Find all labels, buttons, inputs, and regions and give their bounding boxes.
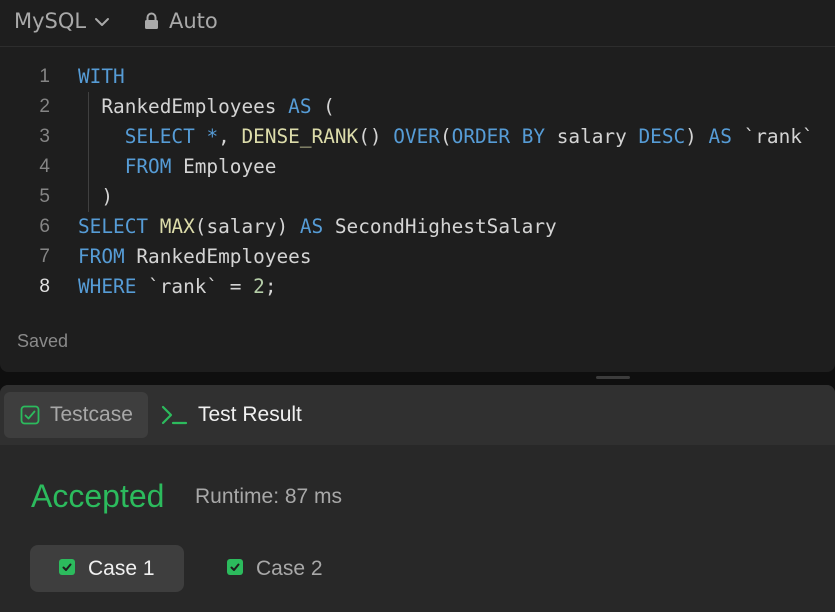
code-text: SELECT *, DENSE_RANK() OVER(ORDER BY sal…	[78, 122, 814, 152]
code-token: RankedEmployees	[78, 95, 289, 118]
code-line[interactable]: 5 )	[0, 182, 835, 212]
code-token: (	[439, 125, 452, 148]
code-token: RankedEmployees	[124, 245, 312, 268]
code-token: ;	[264, 275, 277, 298]
terminal-prompt-icon	[161, 405, 188, 425]
line-number: 3	[39, 126, 50, 147]
code-line[interactable]: 1 WITH	[0, 62, 835, 92]
line-number: 7	[39, 246, 50, 267]
code-text: FROM RankedEmployees	[78, 242, 312, 272]
code-token: AS	[299, 215, 324, 238]
code-token: WHERE	[78, 275, 137, 298]
code-token: (salary)	[194, 215, 300, 238]
code-token: ()	[358, 125, 394, 148]
code-token: SecondHighestSalary	[323, 215, 557, 238]
line-number: 1	[39, 66, 50, 87]
code-line[interactable]: 8 WHERE `rank` = 2;	[0, 272, 835, 302]
case-1-label: Case 1	[88, 556, 155, 580]
checkbox-icon	[20, 405, 40, 425]
code-token: AS	[708, 125, 732, 148]
case-1-button[interactable]: Case 1	[30, 545, 184, 592]
code-token: WITH	[78, 65, 125, 88]
code-token: OVER	[393, 125, 440, 148]
code-token: )	[685, 125, 709, 148]
code-text: RankedEmployees AS (	[78, 92, 335, 122]
code-token: MAX	[159, 215, 195, 238]
mode-label: Auto	[169, 9, 218, 33]
code-token: salary	[545, 125, 639, 148]
runtime-text: Runtime: 87 ms	[195, 485, 343, 508]
code-text: WITH	[78, 62, 125, 92]
tab-test-result[interactable]: Test Result	[160, 392, 302, 438]
code-token: 2	[253, 275, 265, 298]
code-line[interactable]: 2 RankedEmployees AS (	[0, 92, 835, 122]
code-line[interactable]: 6 SELECT MAX(salary) AS SecondHighestSala…	[0, 212, 835, 242]
line-number: 6	[39, 216, 50, 237]
check-icon	[59, 558, 75, 575]
result-tabbar: Testcase Test Result	[0, 385, 835, 445]
code-editor-panel: MySQL Auto 1 WITH 2 RankedEmployees AS (3 …	[0, 0, 835, 372]
code-token: SELECT	[124, 125, 195, 148]
case-2-button[interactable]: Case 2	[200, 545, 350, 592]
code-token: ORDER BY	[451, 125, 546, 148]
line-number: 8	[39, 276, 50, 297]
language-label: MySQL	[14, 9, 87, 33]
code-text: )	[78, 182, 113, 212]
code-token: DENSE_RANK	[241, 125, 359, 148]
code-token: DESC	[638, 125, 686, 148]
code-token: ,	[218, 125, 242, 148]
tab-test-result-label: Test Result	[198, 403, 302, 426]
result-panel: Testcase Test Result Accepted Runtime: 8…	[0, 385, 835, 612]
line-number: 2	[39, 96, 50, 117]
check-icon	[227, 558, 243, 575]
code-token: FROM	[78, 245, 125, 268]
mode-indicator[interactable]: Auto	[144, 9, 218, 33]
code-text: SELECT MAX(salary) AS SecondHighestSalar…	[78, 212, 557, 242]
code-line[interactable]: 3 SELECT *, DENSE_RANK() OVER(ORDER BY s…	[0, 122, 835, 152]
chevron-down-icon	[95, 18, 110, 26]
code-token: Employee	[171, 155, 277, 178]
editor-toolbar: MySQL Auto	[0, 0, 835, 47]
code-text: FROM Employee	[78, 152, 277, 182]
language-selector[interactable]: MySQL	[14, 9, 110, 33]
code-token: FROM	[124, 155, 172, 178]
code-token: `rank` =	[136, 275, 254, 298]
lock-icon	[145, 12, 158, 29]
code-text: WHERE `rank` = 2;	[78, 272, 277, 302]
case-2-label: Case 2	[256, 556, 323, 580]
code-token: *	[206, 125, 219, 148]
code-token: )	[78, 185, 114, 208]
tab-testcase-label: Testcase	[50, 403, 133, 426]
line-number: 5	[39, 186, 50, 207]
code-area[interactable]: 1 WITH 2 RankedEmployees AS (3 SELECT *, D…	[0, 62, 835, 312]
line-number: 4	[39, 156, 50, 177]
code-line[interactable]: 4 FROM Employee	[0, 152, 835, 182]
code-token: (	[311, 95, 335, 118]
code-token: SELECT	[78, 215, 149, 238]
save-status: Saved	[17, 331, 69, 351]
code-line[interactable]: 7 FROM RankedEmployees	[0, 242, 835, 272]
code-token: AS	[288, 95, 312, 118]
result-status: Accepted	[31, 478, 165, 514]
panel-resize-handle[interactable]	[596, 376, 630, 379]
code-token: `rank`	[731, 125, 814, 148]
tab-testcase[interactable]: Testcase	[4, 392, 148, 438]
